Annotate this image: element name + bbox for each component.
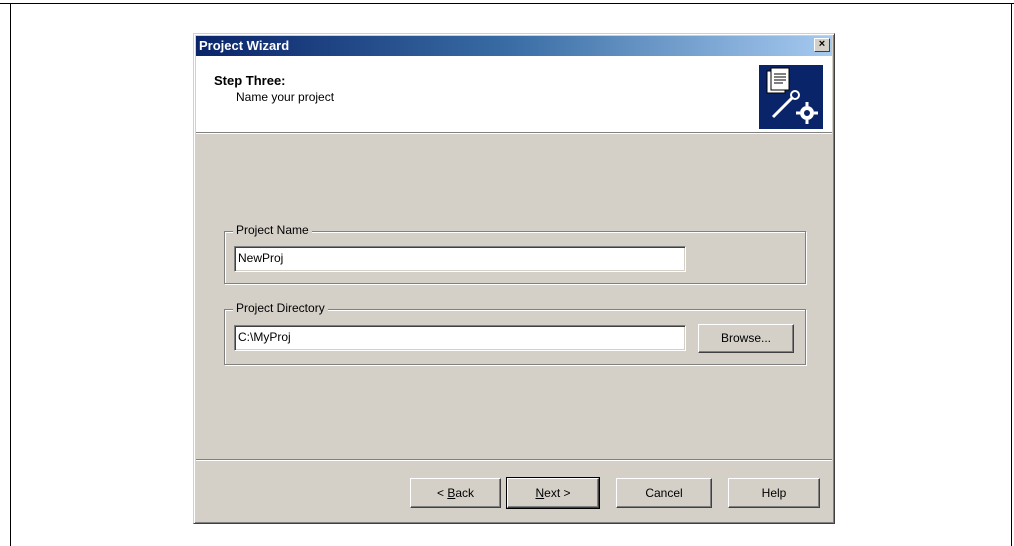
back-button[interactable]: < Back [410,478,501,508]
cancel-button[interactable]: Cancel [616,478,712,508]
window-title: Project Wizard [199,38,290,53]
project-directory-input[interactable]: C:\MyProj [234,325,686,351]
step-title: Step Three: [214,73,286,88]
back-button-label: ack [455,486,475,500]
help-button[interactable]: Help [728,478,820,508]
page-border-left [10,3,11,546]
project-name-label: Project Name [233,223,312,237]
next-button[interactable]: Next > [506,477,600,509]
browse-button[interactable]: Browse... [698,324,794,353]
step-subtitle: Name your project [236,90,335,104]
project-directory-label: Project Directory [233,301,328,315]
back-button-prefix: < [436,486,448,500]
wizard-header: Step Three: Name your project [196,56,832,132]
footer-divider-highlight [196,460,832,461]
header-divider-highlight [196,133,832,134]
page-border-top [0,3,1014,4]
close-button[interactable]: × [814,38,830,52]
project-wizard-dialog: Project Wizard × Step Three: Name your p… [193,33,835,524]
next-button-mnemonic: N [535,486,545,500]
close-icon: × [818,38,826,50]
project-name-input[interactable]: NewProj [234,246,686,272]
next-button-label: ext > [544,486,571,500]
title-bar[interactable]: Project Wizard × [196,36,832,56]
project-wizard-icon [759,65,823,129]
page-border-right [1011,3,1012,546]
